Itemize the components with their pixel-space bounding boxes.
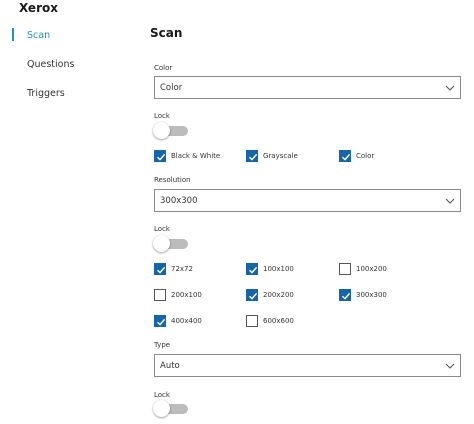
chevron-down-icon	[445, 363, 455, 369]
color-option-grayscale[interactable]: Grayscale	[246, 150, 298, 162]
sidebar-nav: Scan Questions Triggers	[0, 22, 130, 109]
color-label: Color	[154, 64, 173, 72]
checkbox[interactable]	[246, 263, 258, 275]
color-option-color[interactable]: Color	[339, 150, 374, 162]
nav-item-triggers[interactable]: Triggers	[0, 80, 130, 109]
checkmark-icon	[342, 292, 351, 300]
resolution-lock-toggle[interactable]	[153, 235, 188, 252]
page-title: Scan	[150, 26, 183, 40]
checkmark-icon	[342, 153, 351, 161]
checkbox-label: 600x600	[263, 317, 294, 325]
checkbox-label: 200x100	[171, 291, 202, 299]
type-lock-toggle[interactable]	[153, 400, 188, 417]
type-label: Type	[154, 341, 171, 349]
checkbox-label: 72x72	[171, 265, 193, 273]
checkmark-icon	[157, 318, 166, 326]
resolution-option-100x100[interactable]: 100x100	[246, 263, 294, 275]
resolution-label: Resolution	[154, 176, 191, 184]
checkbox[interactable]	[339, 263, 351, 275]
app-title: Xerox	[19, 1, 58, 15]
checkbox[interactable]	[339, 150, 351, 162]
checkmark-icon	[249, 266, 258, 274]
checkbox-label: 400x400	[171, 317, 202, 325]
resolution-option-100x200[interactable]: 100x200	[339, 263, 387, 275]
resolution-option-72x72[interactable]: 72x72	[154, 263, 193, 275]
chevron-down-icon	[445, 198, 455, 204]
checkbox[interactable]	[246, 315, 258, 327]
checkbox[interactable]	[154, 315, 166, 327]
checkbox[interactable]	[154, 263, 166, 275]
color-option-black-white[interactable]: Black & White	[154, 150, 220, 162]
color-select[interactable]: Color	[154, 76, 461, 99]
color-lock-toggle[interactable]	[153, 122, 188, 139]
nav-item-label: Questions	[27, 59, 75, 70]
resolution-select[interactable]: 300x300	[154, 189, 461, 212]
checkbox-label: 100x200	[356, 265, 387, 273]
checkbox[interactable]	[339, 289, 351, 301]
type-select[interactable]: Auto	[154, 354, 461, 377]
checkbox[interactable]	[154, 289, 166, 301]
checkbox[interactable]	[246, 150, 258, 162]
resolution-select-value: 300x300	[160, 196, 198, 206]
chevron-down-icon	[445, 85, 455, 91]
checkbox-label: Color	[356, 152, 375, 160]
resolution-option-400x400[interactable]: 400x400	[154, 315, 202, 327]
checkbox[interactable]	[246, 289, 258, 301]
checkbox-label: 200x200	[263, 291, 294, 299]
resolution-option-200x100[interactable]: 200x100	[154, 289, 202, 301]
checkbox-label: 300x300	[356, 291, 387, 299]
checkmark-icon	[249, 153, 258, 161]
type-lock-label: Lock	[154, 391, 170, 399]
checkmark-icon	[249, 292, 258, 300]
resolution-lock-label: Lock	[154, 225, 170, 233]
color-select-value: Color	[160, 83, 183, 93]
nav-item-label: Scan	[27, 30, 51, 41]
nav-item-label: Triggers	[27, 88, 65, 99]
resolution-option-200x200[interactable]: 200x200	[246, 289, 294, 301]
type-select-value: Auto	[160, 361, 180, 371]
checkbox[interactable]	[154, 150, 166, 162]
resolution-option-300x300[interactable]: 300x300	[339, 289, 387, 301]
checkmark-icon	[157, 266, 166, 274]
color-lock-label: Lock	[154, 112, 170, 120]
checkbox-label: Black & White	[171, 152, 221, 160]
nav-item-questions[interactable]: Questions	[0, 51, 130, 80]
checkbox-label: 100x100	[263, 265, 294, 273]
resolution-option-600x600[interactable]: 600x600	[246, 315, 294, 327]
checkmark-icon	[157, 153, 166, 161]
checkbox-label: Grayscale	[263, 152, 298, 160]
nav-item-scan[interactable]: Scan	[0, 22, 130, 51]
